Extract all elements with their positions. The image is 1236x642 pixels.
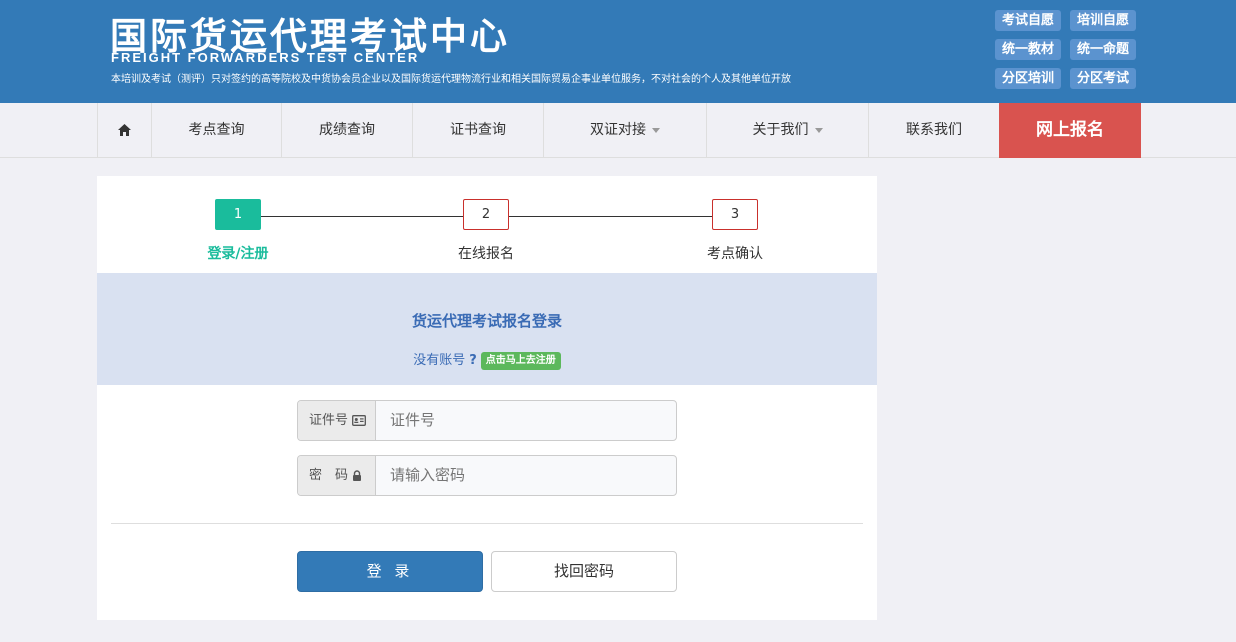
nav-score-query[interactable]: 成绩查询: [281, 103, 412, 158]
id-number-label: 证件号: [309, 413, 349, 428]
password-label: 密 码: [309, 468, 349, 483]
id-card-icon: [352, 413, 367, 428]
id-number-input[interactable]: [390, 401, 660, 440]
site-notice: 本培训及考试（测评）只对签约的高等院校及中货协会员企业以及国际货运代理物流行业和…: [111, 74, 791, 85]
site-subtitle: FREIGHT FORWARDERS TEST CENTER: [111, 50, 420, 65]
nav-certificate-query[interactable]: 证书查询: [412, 103, 543, 158]
step-connector: [261, 216, 464, 217]
header-tag-unified-questions[interactable]: 统一命题: [1070, 39, 1137, 60]
caret-down-icon: [814, 127, 823, 133]
password-input[interactable]: [390, 456, 660, 495]
nav-about-us[interactable]: 关于我们: [706, 103, 868, 158]
question-mark: ?: [469, 353, 477, 368]
header-tag-unified-textbook[interactable]: 统一教材: [995, 39, 1062, 60]
step-2-marker: 2: [463, 199, 509, 230]
step-3-marker: 3: [712, 199, 758, 230]
main-nav: 考点查询 成绩查询 证书查询 双证对接 关于我们 联系我们 网上报名: [0, 103, 1236, 158]
lock-icon: [352, 468, 362, 483]
login-button[interactable]: 登 录: [297, 551, 483, 592]
login-title: 货运代理考试报名登录: [411, 312, 562, 330]
step-1-label: 登录/注册: [207, 246, 269, 262]
header-tag-exam-voluntary[interactable]: 考试自愿: [995, 10, 1062, 31]
step-3-label: 考点确认: [707, 246, 763, 262]
login-card: 1 2 3 登录/注册 在线报名 考点确认 货运代理考试报名登录 没有账号? 点击…: [97, 176, 877, 620]
site-header: 国际货运代理考试中心 FREIGHT FORWARDERS TEST CENTE…: [0, 0, 1236, 103]
header-tag-regional-exam[interactable]: 分区考试: [1070, 68, 1137, 89]
home-icon: [118, 122, 131, 138]
form-divider: [111, 523, 863, 524]
caret-down-icon: [652, 127, 660, 133]
step-connector: [509, 216, 713, 217]
nav-home[interactable]: [97, 103, 151, 158]
online-register-button[interactable]: 网上报名: [999, 103, 1141, 158]
nav-dual-certificate-label: 双证对接: [590, 122, 646, 138]
step-2-label: 在线报名: [458, 246, 514, 262]
password-field: 密 码: [297, 455, 677, 496]
nav-about-us-label: 关于我们: [752, 122, 809, 138]
step-1-marker: 1: [215, 199, 261, 230]
register-prompt: 没有账号? 点击马上去注册: [97, 349, 877, 370]
login-banner: 货运代理考试报名登录 没有账号? 点击马上去注册: [97, 273, 877, 385]
nav-contact-us[interactable]: 联系我们: [868, 103, 999, 158]
id-number-addon: 证件号: [298, 401, 376, 440]
header-tag-training-voluntary[interactable]: 培训自愿: [1070, 10, 1137, 31]
register-link[interactable]: 点击马上去注册: [480, 351, 561, 370]
forgot-password-button[interactable]: 找回密码: [491, 551, 677, 592]
no-account-text: 没有账号: [413, 353, 466, 368]
id-number-field: 证件号: [297, 400, 677, 441]
nav-dual-certificate[interactable]: 双证对接: [543, 103, 706, 158]
password-addon: 密 码: [298, 456, 376, 495]
header-tag-regional-training[interactable]: 分区培训: [995, 68, 1062, 89]
nav-exam-site-query[interactable]: 考点查询: [151, 103, 281, 158]
